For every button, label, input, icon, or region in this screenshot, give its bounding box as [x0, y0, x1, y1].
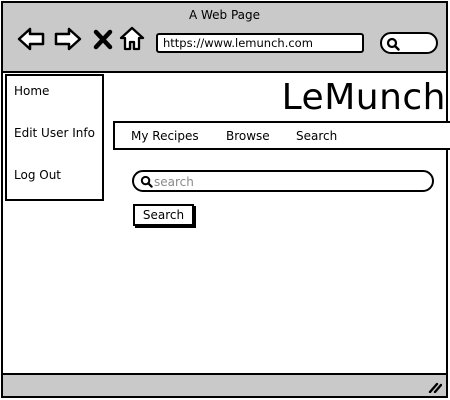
- recipe-search-box: [132, 170, 434, 192]
- close-icon[interactable]: [92, 25, 114, 53]
- brand-title: LeMunch: [281, 77, 446, 118]
- browser-toolbar: A Web Page https://www.lemunch.com: [3, 3, 446, 73]
- sidebar-item-log-out[interactable]: Log Out: [14, 168, 61, 182]
- search-icon: [140, 175, 153, 188]
- back-arrow-icon[interactable]: [16, 25, 46, 53]
- sidebar-item-home[interactable]: Home: [14, 84, 49, 98]
- sidebar-item-edit-user-info[interactable]: Edit User Info: [14, 126, 95, 140]
- tab-search[interactable]: Search: [296, 129, 337, 143]
- resize-grip-icon[interactable]: [428, 379, 442, 393]
- sidebar-menu: Home Edit User Info Log Out: [5, 74, 104, 201]
- tab-my-recipes[interactable]: My Recipes: [131, 129, 199, 143]
- address-bar[interactable]: https://www.lemunch.com: [156, 33, 364, 53]
- home-icon[interactable]: [119, 25, 145, 53]
- status-bar: [3, 373, 446, 396]
- search-input[interactable]: [154, 173, 424, 190]
- tab-bar: My Recipes Browse Search: [113, 121, 450, 150]
- window-title: A Web Page: [188, 8, 261, 22]
- browser-window: A Web Page https://www.lemunch.com Home …: [1, 1, 450, 398]
- forward-arrow-icon[interactable]: [53, 25, 83, 53]
- search-button[interactable]: Search: [133, 204, 194, 226]
- search-icon: [386, 37, 400, 51]
- tab-browse[interactable]: Browse: [226, 129, 270, 143]
- browser-search-field[interactable]: [380, 32, 438, 54]
